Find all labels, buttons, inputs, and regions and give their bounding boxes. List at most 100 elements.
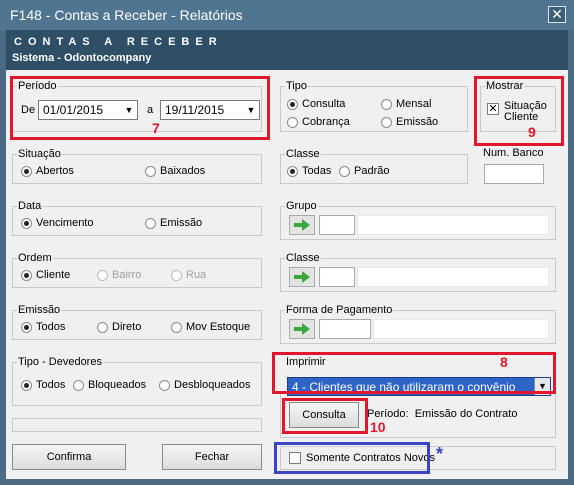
radio-icon[interactable] xyxy=(381,116,392,128)
classe-search-button[interactable] xyxy=(289,267,315,287)
option-label: Mensal xyxy=(396,98,432,110)
num-banco-input[interactable] xyxy=(484,164,544,184)
emissao-legend: Emissão xyxy=(17,304,62,316)
devedores-desbloqueados-radio[interactable]: Desbloqueados xyxy=(159,379,250,391)
classe-group: Classe Todas Padrão xyxy=(280,148,468,184)
header-title: CONTAS A RECEBER xyxy=(14,36,223,48)
situacao-baixados-radio[interactable]: Baixados xyxy=(145,165,205,177)
radio-icon[interactable] xyxy=(97,269,108,281)
ordem-bairro-radio[interactable]: Bairro xyxy=(97,269,141,281)
header-subtitle: Sistema - Odontocompany xyxy=(12,52,152,64)
fechar-button[interactable]: Fechar xyxy=(162,444,262,470)
option-label: Cobrança xyxy=(302,116,350,128)
situacao-abertos-radio[interactable]: Abertos xyxy=(21,165,74,177)
tipo-consulta-radio[interactable]: Consulta xyxy=(287,98,345,110)
radio-selected-icon[interactable] xyxy=(21,321,32,333)
option-label: Baixados xyxy=(160,165,206,177)
classe-padrao-radio[interactable]: Padrão xyxy=(339,165,389,177)
radio-icon[interactable] xyxy=(171,321,182,333)
radio-icon[interactable] xyxy=(381,98,392,110)
grupo-code-input[interactable] xyxy=(319,215,355,235)
tipo-mensal-radio[interactable]: Mensal xyxy=(381,98,431,110)
option-label: Mov Estoque xyxy=(186,321,251,333)
grupo-legend: Grupo xyxy=(285,200,318,212)
data-emissao-radio[interactable]: Emissão xyxy=(145,217,202,229)
radio-selected-icon[interactable] xyxy=(21,217,32,229)
ordem-cliente-radio[interactable]: Cliente xyxy=(21,269,70,281)
emissao-mov-estoque-radio[interactable]: Mov Estoque xyxy=(171,321,250,333)
grupo-name-field xyxy=(357,215,549,235)
data-vencimento-radio[interactable]: Vencimento xyxy=(21,217,93,229)
radio-selected-icon[interactable] xyxy=(21,165,32,177)
form-area: Período De 01/01/2015 ▼ a 19/11/2015 ▼ T… xyxy=(6,70,568,479)
option-label: Vencimento xyxy=(36,217,94,229)
option-label: Desbloqueados xyxy=(174,379,251,391)
devedores-bloqueados-radio[interactable]: Bloqueados xyxy=(73,379,146,391)
option-label: Todos xyxy=(36,321,66,333)
grupo-search-button[interactable] xyxy=(289,215,315,235)
option-label: Bairro xyxy=(112,269,142,281)
tipo-legend: Tipo xyxy=(285,80,308,92)
classe-todas-radio[interactable]: Todas xyxy=(287,165,331,177)
arrow-right-icon xyxy=(294,219,310,231)
radio-icon[interactable] xyxy=(145,165,156,177)
header-banner: CONTAS A RECEBER Sistema - Odontocompany xyxy=(6,30,568,70)
emissao-todos-radio[interactable]: Todos xyxy=(21,321,65,333)
option-label: Cliente xyxy=(36,269,71,281)
option-label: Rua xyxy=(186,269,207,281)
radio-icon[interactable] xyxy=(145,217,156,229)
radio-icon[interactable] xyxy=(159,379,170,391)
callout-8: 8 xyxy=(500,354,508,370)
forma-pagamento-group: Forma de Pagamento xyxy=(280,304,556,344)
devedores-todos-radio[interactable]: Todos xyxy=(21,379,65,391)
callout-10: 10 xyxy=(370,419,386,435)
radio-icon[interactable] xyxy=(339,165,350,177)
tipo-group: Tipo Consulta Mensal Cobrança Emissão xyxy=(280,80,468,132)
callout-star: * xyxy=(436,444,444,464)
classe-code-input[interactable] xyxy=(319,267,355,287)
callout-9: 9 xyxy=(528,124,536,140)
forma-pagamento-legend: Forma de Pagamento xyxy=(285,304,394,316)
emissao-direto-radio[interactable]: Direto xyxy=(97,321,141,333)
option-label: Emissão xyxy=(160,217,203,229)
highlight-mostrar xyxy=(474,76,564,146)
tipo-emissao-radio[interactable]: Emissão xyxy=(381,116,438,128)
highlight-imprimir xyxy=(272,352,556,394)
arrow-right-icon xyxy=(294,323,310,335)
situacao-legend: Situação xyxy=(17,148,62,160)
radio-icon[interactable] xyxy=(97,321,108,333)
num-banco-group: Num. Banco xyxy=(480,147,556,184)
tipo-devedores-group: Tipo - Devedores Todos Bloqueados Desblo… xyxy=(12,356,262,406)
title-bar: F148 - Contas a Receber - Relatórios ✕ xyxy=(0,0,574,30)
report-window: F148 - Contas a Receber - Relatórios ✕ C… xyxy=(0,0,574,485)
forma-pagamento-search-button[interactable] xyxy=(289,319,315,339)
option-label: Bloqueados xyxy=(88,379,147,391)
confirma-button[interactable]: Confirma xyxy=(12,444,126,470)
radio-icon[interactable] xyxy=(73,379,84,391)
highlight-consulta xyxy=(282,398,368,434)
forma-pagamento-name-field xyxy=(373,319,549,339)
radio-selected-icon[interactable] xyxy=(287,165,298,177)
ordem-rua-radio[interactable]: Rua xyxy=(171,269,206,281)
num-banco-label: Num. Banco xyxy=(482,147,545,159)
arrow-right-icon xyxy=(294,271,310,283)
forma-pagamento-code-input[interactable] xyxy=(319,319,371,339)
radio-icon[interactable] xyxy=(287,116,298,128)
classe-filter-legend: Classe xyxy=(285,252,321,264)
radio-selected-icon[interactable] xyxy=(21,379,32,391)
radio-selected-icon[interactable] xyxy=(287,98,298,110)
close-icon[interactable]: ✕ xyxy=(548,6,566,23)
radio-selected-icon[interactable] xyxy=(21,269,32,281)
classe-filter-group: Classe xyxy=(280,252,556,292)
tipo-cobranca-radio[interactable]: Cobrança xyxy=(287,116,350,128)
highlight-periodo xyxy=(10,76,270,140)
radio-icon[interactable] xyxy=(171,269,182,281)
ordem-legend: Ordem xyxy=(17,252,53,264)
tipo-devedores-legend: Tipo - Devedores xyxy=(17,356,103,368)
ordem-group: Ordem Cliente Bairro Rua xyxy=(12,252,262,288)
option-label: Todos xyxy=(36,379,66,391)
periodo-info-value: Emissão do Contrato xyxy=(414,408,518,420)
option-label: Emissão xyxy=(396,116,439,128)
window-title: F148 - Contas a Receber - Relatórios xyxy=(10,7,243,23)
emissao-group: Emissão Todos Direto Mov Estoque xyxy=(12,304,262,340)
